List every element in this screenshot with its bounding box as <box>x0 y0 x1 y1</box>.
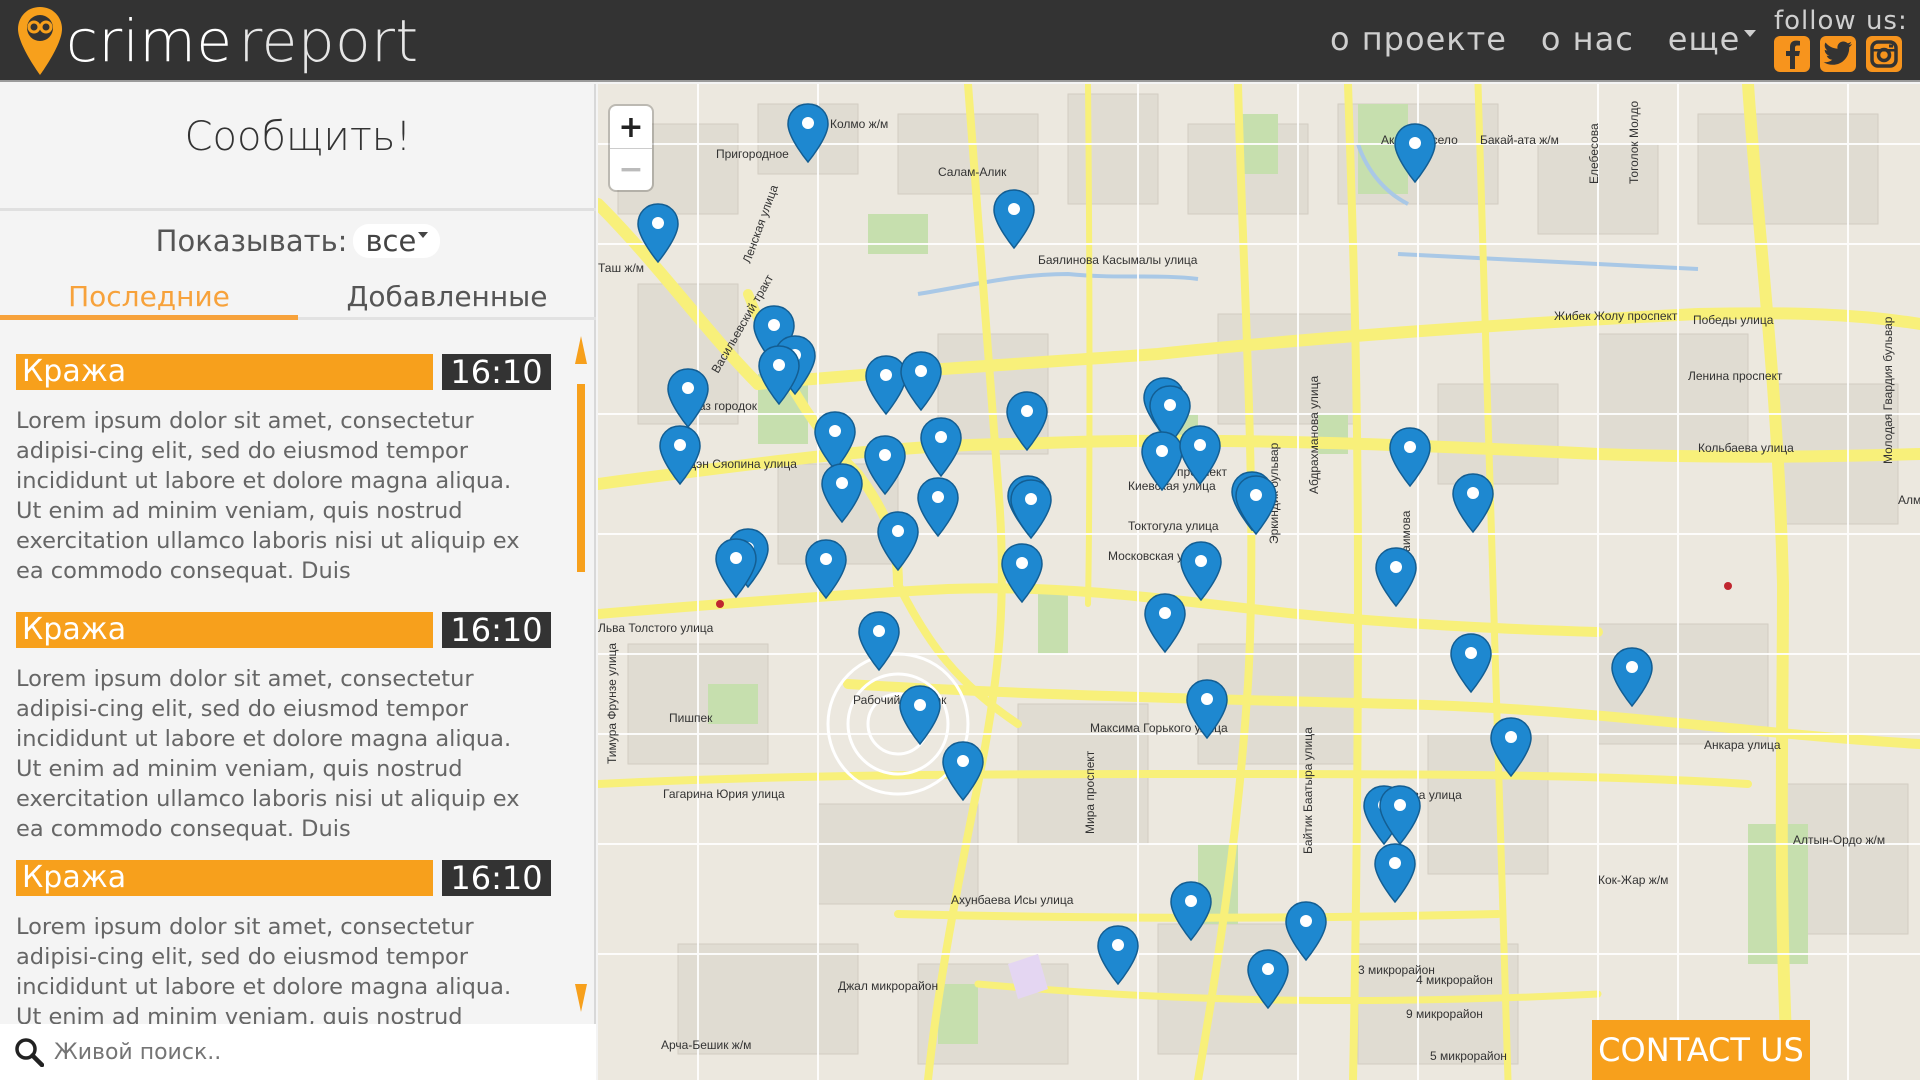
item-text: Lorem ipsum dolor sit amet, consectetur … <box>16 408 520 584</box>
nav-more[interactable]: еще <box>1668 20 1757 58</box>
map-label: Арча-Бешик ж/м <box>661 1038 751 1052</box>
map-label: Абдрахманова улица <box>1307 376 1321 494</box>
map-label: Пишпек <box>669 711 713 725</box>
map-label: Кок-Жар ж/м <box>1598 873 1668 887</box>
map-label: 4 микрорайон <box>1416 973 1493 987</box>
social-links <box>1774 36 1902 72</box>
map-label: Колмо ж/м <box>830 117 888 131</box>
follow-label: follow us: <box>1774 6 1908 36</box>
map-label: Кольбаева улица <box>1698 441 1794 455</box>
logo-word-crime: crime <box>66 7 233 75</box>
logo[interactable]: crime report <box>16 4 419 78</box>
item-time: 16:10 <box>442 354 551 390</box>
filter-row: Показывать: все <box>0 224 596 258</box>
search-icon <box>15 1038 44 1067</box>
map-canvas[interactable]: Колмо ж/мПригородноеСалам-АликАк-Эмин се… <box>598 84 1920 1080</box>
instagram-icon[interactable] <box>1866 36 1902 72</box>
map-label: Ахунбаева Исы улица <box>951 893 1074 907</box>
map-label: 9 микрорайон <box>1406 1007 1483 1021</box>
chevron-down-icon <box>418 232 429 238</box>
map-label: Анкара улица <box>1704 738 1781 752</box>
scroll-up-arrow-icon[interactable] <box>575 336 587 364</box>
divider <box>0 208 596 211</box>
contact-us-button[interactable]: CONTACT US <box>1592 1020 1810 1080</box>
list-item[interactable]: Кража 16:10 Lorem ipsum dolor sit amet, … <box>16 612 551 844</box>
map-label: Гагарина Юрия улица <box>663 787 785 801</box>
item-category: Кража <box>16 612 433 648</box>
main-nav: о проекте о нас еще <box>1330 20 1757 58</box>
map-label: Мира проспект <box>1083 750 1097 834</box>
poi-dot <box>1724 582 1732 590</box>
map-label: Пригородное <box>716 147 789 161</box>
filter-value: все <box>365 224 417 258</box>
map[interactable]: Колмо ж/мПригородноеСалам-АликАк-Эмин се… <box>598 84 1920 1080</box>
map-label: Тоголок Молдо <box>1627 100 1641 184</box>
map-label: Молодая Гвардия бульвар <box>1881 316 1895 464</box>
scrollbar-thumb[interactable] <box>577 384 585 572</box>
item-text: Lorem ipsum dolor sit amet, consectetur … <box>16 666 520 842</box>
map-label: Токтогула улица <box>1128 519 1219 533</box>
item-header: Кража 16:10 <box>16 612 551 648</box>
zoom-control: + − <box>610 106 652 190</box>
item-category: Кража <box>16 860 433 896</box>
item-time: 16:10 <box>442 612 551 648</box>
nav-about-project[interactable]: о проекте <box>1330 20 1507 58</box>
tab-added[interactable]: Добавленные <box>298 276 596 317</box>
map-label: Алтын-Ордо ж/м <box>1793 833 1885 847</box>
incident-feed: Кража 16:10 Lorem ipsum dolor sit amet, … <box>0 354 596 1080</box>
nav-more-label: еще <box>1667 20 1741 58</box>
report-button[interactable]: Сообщить! <box>0 114 596 160</box>
twitter-icon[interactable] <box>1820 36 1856 72</box>
map-label: Победы улица <box>1693 313 1774 327</box>
map-label: Ленина проспект <box>1688 369 1783 383</box>
scroll-down-arrow-icon[interactable] <box>575 984 587 1012</box>
header: crime report о проекте о нас еще follow u… <box>0 0 1920 82</box>
map-label: Льва Толстого улица <box>598 621 714 635</box>
item-category: Кража <box>16 354 433 390</box>
map-label: Алма-Атинская улица <box>1898 493 1920 507</box>
filter-label: Показывать: <box>155 224 348 258</box>
tabs: Последние Добавленные <box>0 276 596 320</box>
item-header: Кража 16:10 <box>16 860 551 896</box>
map-label: Дэн Сяопина улица <box>688 457 797 471</box>
zoom-in-button[interactable]: + <box>610 106 652 148</box>
map-label: 5 микрорайон <box>1430 1049 1507 1063</box>
logo-pin-icon <box>18 7 62 75</box>
logo-word-report: report <box>238 7 419 75</box>
filter-dropdown[interactable]: все <box>353 224 441 258</box>
chevron-down-icon <box>1744 29 1757 37</box>
map-label: Таш ж/м <box>598 261 644 275</box>
poi-dot <box>716 600 724 608</box>
map-label: Салам-Алик <box>938 165 1007 179</box>
logo-text: crime report <box>66 12 419 70</box>
map-label: Баялинова Касымалы улица <box>1038 253 1198 267</box>
map-label: Елебесова <box>1587 123 1601 184</box>
item-header: Кража 16:10 <box>16 354 551 390</box>
map-label: Байтик Баатыра улица <box>1301 727 1315 854</box>
map-label: Жибек Жолу проспект <box>1554 309 1678 323</box>
nav-about-us[interactable]: о нас <box>1541 20 1634 58</box>
search-input[interactable] <box>54 1039 574 1065</box>
tab-latest[interactable]: Последние <box>0 276 298 320</box>
map-label: Джал микрорайон <box>838 979 938 993</box>
facebook-icon[interactable] <box>1774 36 1810 72</box>
map-label: Тимура Фрунзе улица <box>605 643 619 764</box>
map-label: Бакай-ата ж/м <box>1480 133 1559 147</box>
live-search <box>0 1024 596 1080</box>
item-time: 16:10 <box>442 860 551 896</box>
zoom-out-button[interactable]: − <box>610 148 652 190</box>
list-item[interactable]: Кража 16:10 Lorem ipsum dolor sit amet, … <box>16 354 551 586</box>
